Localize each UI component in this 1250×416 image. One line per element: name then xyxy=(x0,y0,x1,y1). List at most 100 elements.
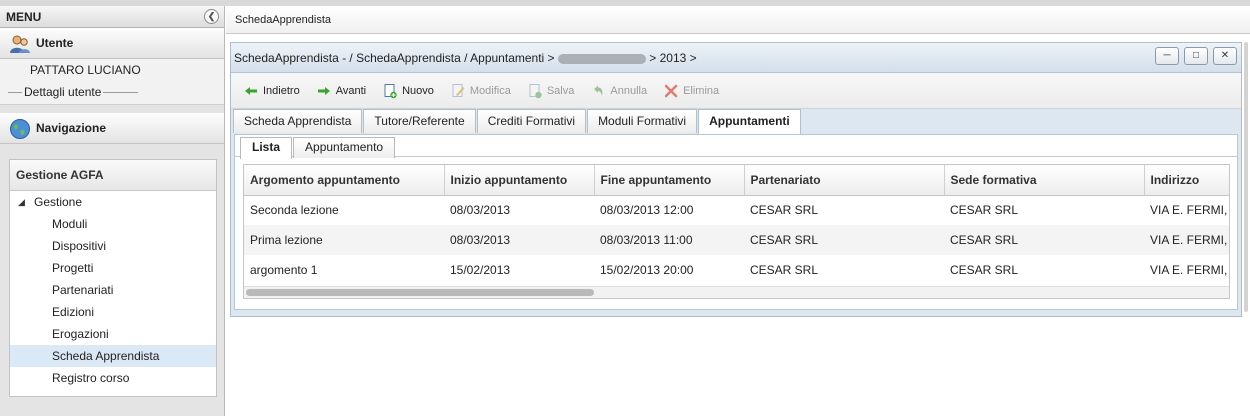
column-header[interactable]: Sede formativa xyxy=(944,165,1145,196)
user-details-label[interactable]: Dettagli utente xyxy=(22,85,104,99)
cancel-label: Annulla xyxy=(610,84,648,97)
subtab-appuntamento[interactable]: Appuntamento xyxy=(293,137,396,158)
tab-moduli-formativi[interactable]: Moduli Formativi xyxy=(587,109,698,133)
column-header[interactable]: Partenariato xyxy=(744,165,945,196)
tree-item-partenariati[interactable]: Partenariati xyxy=(10,279,216,301)
appointments-grid: Argomento appuntamento Inizio appuntamen… xyxy=(243,164,1230,299)
window-title-bar: SchedaApprendista - / SchedaApprendista … xyxy=(231,43,1241,73)
maximize-icon[interactable]: □ xyxy=(1184,47,1208,65)
save-button[interactable]: Salva xyxy=(527,83,575,99)
user-icon xyxy=(10,35,30,53)
delete-icon xyxy=(664,84,678,97)
table-cell: CESAR SRL xyxy=(950,203,1019,218)
user-section-header[interactable]: Utente xyxy=(0,28,224,59)
window-controls: ─ □ ✕ xyxy=(1155,47,1237,65)
tree-item-scheda-apprendista[interactable]: Scheda Apprendista xyxy=(10,345,216,367)
table-cell: Seconda lezione xyxy=(250,203,339,218)
horizontal-scrollbar[interactable] xyxy=(244,286,1229,298)
scrollbar-thumb[interactable] xyxy=(246,289,594,296)
nav-panel-title: Gestione AGFA xyxy=(10,160,216,191)
redacted-segment xyxy=(557,53,646,64)
tab-appuntamenti[interactable]: Appuntamenti xyxy=(698,109,801,134)
toolbar: Indietro Avanti Nuovo Modifica Salva Ann… xyxy=(231,73,1241,109)
table-cell: CESAR SRL xyxy=(750,263,819,277)
table-cell: CESAR SRL xyxy=(750,203,819,218)
appointments-table: Argomento appuntamento Inizio appuntamen… xyxy=(244,165,1229,285)
subtab-lista[interactable]: Lista xyxy=(240,137,293,159)
tab-content: Lista Appuntamento Argomento appuntament… xyxy=(234,134,1238,310)
tab-tutore-referente[interactable]: Tutore/Referente xyxy=(363,109,476,133)
main-tab-label[interactable]: SchedaApprendista xyxy=(235,14,331,26)
tree-item-progetti[interactable]: Progetti xyxy=(10,257,216,279)
tree-item-registro-corso[interactable]: Registro corso xyxy=(10,367,216,389)
table-cell: CESAR SRL xyxy=(744,225,944,255)
record-window: SchedaApprendista - / SchedaApprendista … xyxy=(230,42,1242,317)
column-header[interactable]: Inizio appuntamento xyxy=(444,165,595,196)
record-tabs: Scheda Apprendista Tutore/Referente Cred… xyxy=(231,109,1241,134)
new-label: Nuovo xyxy=(402,84,434,97)
table-cell: VIA E. FERMI, xyxy=(1150,203,1228,218)
back-label: Indietro xyxy=(263,84,300,97)
sub-tabs: Lista Appuntamento xyxy=(235,135,1237,159)
main-tab-bar: SchedaApprendista xyxy=(226,6,1250,34)
new-button[interactable]: Nuovo xyxy=(382,83,434,99)
nav-section-header[interactable]: Navigazione xyxy=(0,113,224,144)
window-title-suffix: > 2013 > xyxy=(649,51,697,65)
delete-button[interactable]: Elimina xyxy=(663,83,719,99)
tree-item-erogazioni[interactable]: Erogazioni xyxy=(10,323,216,345)
table-cell: CESAR SRL xyxy=(950,263,1019,277)
save-icon xyxy=(529,83,542,98)
table-cell: 08/03/2013 xyxy=(444,225,594,255)
table-cell: Prima lezione xyxy=(244,225,444,255)
table-cell: 15/02/2013 20:00 xyxy=(600,263,694,277)
tree-item-dispositivi[interactable]: Dispositivi xyxy=(10,235,216,257)
edit-label: Modifica xyxy=(469,84,511,97)
save-label: Salva xyxy=(546,84,575,97)
nav-panel: Gestione AGFA ◢ Gestione Moduli Disposit… xyxy=(9,159,217,397)
column-header[interactable]: Indirizzo xyxy=(1144,165,1229,196)
menu-header: MENU ❮ xyxy=(0,6,224,28)
nav-section-title: Navigazione xyxy=(36,121,107,135)
tree-item-edizioni[interactable]: Edizioni xyxy=(10,301,216,323)
tree-node-gestione[interactable]: ◢ Gestione xyxy=(10,191,216,213)
user-block: PATTARO LUCIANO Dettagli utente xyxy=(0,59,224,105)
user-name: PATTARO LUCIANO xyxy=(30,63,141,77)
delete-label: Elimina xyxy=(683,84,720,97)
table-cell: VIA E. FERMI, xyxy=(1150,263,1228,277)
expand-arrow-icon[interactable]: ◢ xyxy=(18,191,25,213)
new-document-icon xyxy=(384,83,397,98)
table-header-row: Argomento appuntamento Inizio appuntamen… xyxy=(244,165,1229,196)
arrow-right-icon xyxy=(317,86,330,95)
tab-scheda-apprendista[interactable]: Scheda Apprendista xyxy=(233,109,363,133)
menu-title: MENU xyxy=(6,10,42,24)
table-cell: 08/03/2013 xyxy=(450,203,511,218)
tree-item-moduli[interactable]: Moduli xyxy=(10,213,216,235)
table-cell: VIA E. FERMI, xyxy=(1144,225,1229,255)
side-menu: MENU ❮ Utente PATTARO LUCIANO Dettagli u… xyxy=(0,6,225,416)
main-area: SchedaApprendista SchedaApprendista - / … xyxy=(226,6,1250,416)
cancel-button[interactable]: Annulla xyxy=(590,83,647,99)
column-header[interactable]: Argomento appuntamento xyxy=(244,165,445,196)
table-cell: 15/02/2013 xyxy=(450,263,511,277)
tab-crediti-formativi[interactable]: Crediti Formativi xyxy=(476,109,587,133)
table-cell: argomento 1 xyxy=(250,263,318,277)
table-cell: CESAR SRL xyxy=(944,225,1144,255)
table-row[interactable]: Prima lezione 08/03/2013 08/03/2013 11:0… xyxy=(244,225,1229,255)
close-icon[interactable]: ✕ xyxy=(1213,47,1237,65)
edit-button[interactable]: Modifica xyxy=(450,83,511,99)
forward-label: Avanti xyxy=(335,84,367,97)
tree-node-label: Gestione xyxy=(34,195,83,209)
edit-icon xyxy=(452,83,465,97)
globe-icon xyxy=(10,119,30,139)
minimize-icon[interactable]: ─ xyxy=(1155,47,1179,65)
chevron-left-icon[interactable]: ❮ xyxy=(204,9,219,24)
table-row[interactable]: Seconda lezione 08/03/2013 08/03/2013 12… xyxy=(244,195,1229,225)
vertical-scrollbar[interactable] xyxy=(1244,42,1248,312)
back-button[interactable]: Indietro xyxy=(243,83,300,99)
table-row[interactable]: argomento 1 15/02/2013 15/02/2013 20:00 … xyxy=(244,255,1229,285)
table-cell: 08/03/2013 11:00 xyxy=(594,225,744,255)
user-details-fieldset[interactable]: Dettagli utente xyxy=(8,85,213,99)
arrow-left-icon xyxy=(245,86,257,95)
column-header[interactable]: Fine appuntamento xyxy=(594,165,745,196)
forward-button[interactable]: Avanti xyxy=(316,83,366,99)
